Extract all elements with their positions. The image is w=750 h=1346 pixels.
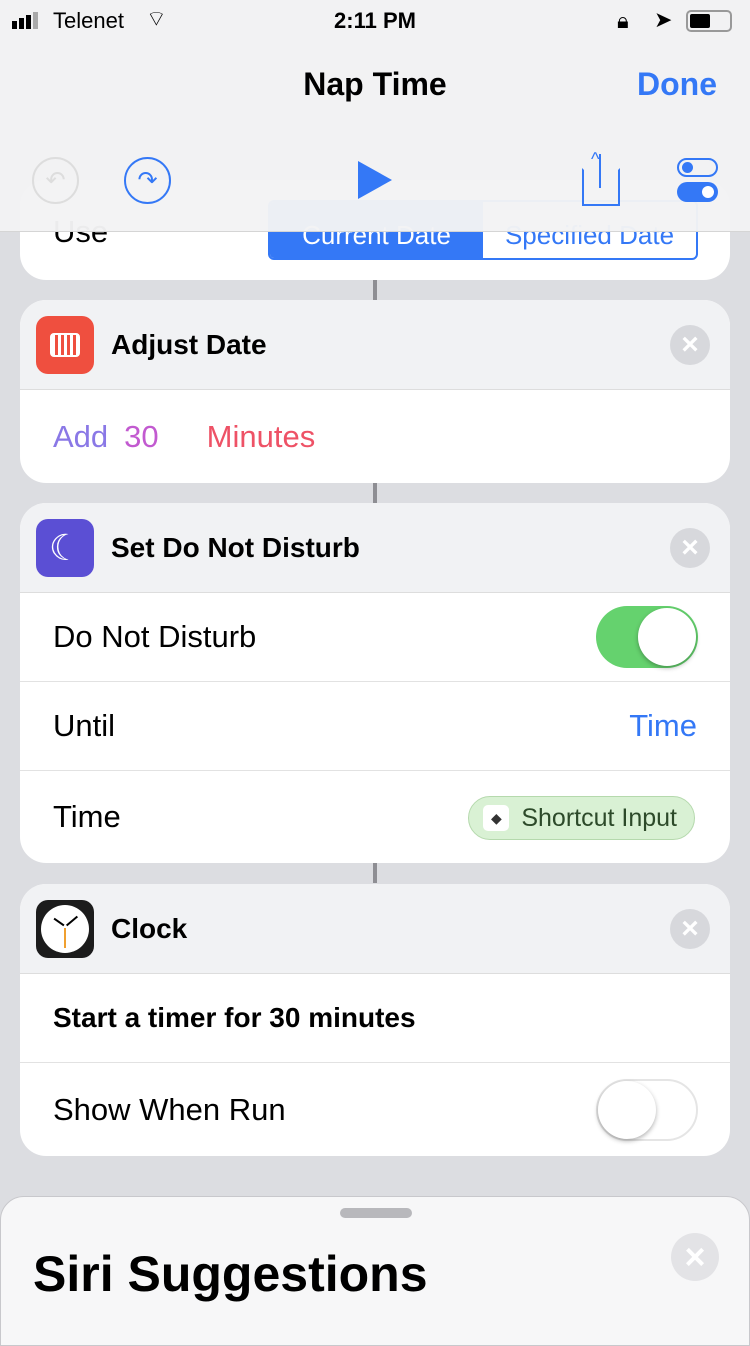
siri-suggestions-sheet: Siri Suggestions × xyxy=(0,1196,750,1346)
dnd-row: Do Not Disturb xyxy=(20,593,730,682)
connector xyxy=(373,483,377,503)
close-icon: × xyxy=(684,1236,706,1277)
calendar-icon xyxy=(36,315,94,374)
action-header: Clock × xyxy=(20,884,730,974)
row-label: Time xyxy=(53,799,121,834)
share-icon xyxy=(582,168,620,206)
remove-action-button[interactable]: × xyxy=(670,528,710,568)
operation-param[interactable]: Add xyxy=(53,419,108,455)
done-button[interactable]: Done xyxy=(637,66,717,103)
clock-app-icon xyxy=(36,899,94,958)
redo-icon: ↷ xyxy=(137,167,158,194)
moon-icon: ☾ xyxy=(36,518,94,577)
rotation-lock-icon: 🔒︎ xyxy=(617,8,629,33)
amount-param[interactable]: 30 xyxy=(124,419,158,455)
token-label: Shortcut Input xyxy=(521,803,677,832)
row-label: Show When Run xyxy=(53,1091,286,1127)
connector xyxy=(373,863,377,883)
timer-row[interactable]: Start a timer for 30 minutes xyxy=(20,974,730,1063)
until-row: Until Time xyxy=(20,682,730,771)
sheet-grabber[interactable] xyxy=(340,1208,412,1218)
adjust-date-card: Adjust Date × Add 30 Minutes xyxy=(20,300,730,483)
action-header: ☾ Set Do Not Disturb × xyxy=(20,503,730,593)
action-title: Clock xyxy=(111,912,188,944)
redo-button[interactable]: ↷ xyxy=(124,157,171,204)
show-when-run-toggle[interactable] xyxy=(596,1078,698,1141)
remove-action-button[interactable]: × xyxy=(670,325,710,365)
undo-icon: ↶ xyxy=(45,167,66,194)
time-row: Time ◆ Shortcut Input xyxy=(20,771,730,863)
show-when-run-row: Show When Run xyxy=(20,1063,730,1156)
status-bar: Telenet ⌔ 2:11 PM 🔒︎ ➤ xyxy=(0,0,750,40)
layers-icon: ◆ xyxy=(483,805,510,831)
location-icon: ➤ xyxy=(654,7,673,32)
action-header: Adjust Date × xyxy=(20,300,730,390)
play-button[interactable] xyxy=(358,161,392,199)
unit-param[interactable]: Minutes xyxy=(207,419,316,455)
share-button[interactable]: ^ xyxy=(582,150,620,206)
set-dnd-card: ☾ Set Do Not Disturb × Do Not Disturb Un… xyxy=(20,503,730,863)
sheet-title: Siri Suggestions xyxy=(33,1246,428,1302)
settings-toggles-button[interactable] xyxy=(677,158,718,202)
dnd-toggle[interactable] xyxy=(596,606,698,668)
row-label: Until xyxy=(53,708,116,743)
clock-time: 2:11 PM xyxy=(334,8,416,33)
shortcut-input-token[interactable]: ◆ Shortcut Input xyxy=(468,796,695,840)
until-value[interactable]: Time xyxy=(629,708,697,744)
row-label: Do Not Disturb xyxy=(53,619,257,654)
battery-icon xyxy=(686,10,732,32)
action-title: Adjust Date xyxy=(111,328,267,360)
nav-header: Telenet ⌔ 2:11 PM 🔒︎ ➤ Nap Time Done ↶ ↷… xyxy=(0,0,750,232)
undo-button[interactable]: ↶ xyxy=(32,157,79,204)
toggles-icon xyxy=(677,158,718,177)
timer-summary: Start a timer for 30 minutes xyxy=(53,1002,416,1033)
clock-card: Clock × Start a timer for 30 minutes Sho… xyxy=(20,884,730,1156)
close-sheet-button[interactable]: × xyxy=(671,1233,719,1281)
remove-action-button[interactable]: × xyxy=(670,909,710,949)
connector xyxy=(373,280,377,300)
action-title: Set Do Not Disturb xyxy=(111,531,360,563)
adjust-row: Add 30 Minutes xyxy=(20,390,730,483)
